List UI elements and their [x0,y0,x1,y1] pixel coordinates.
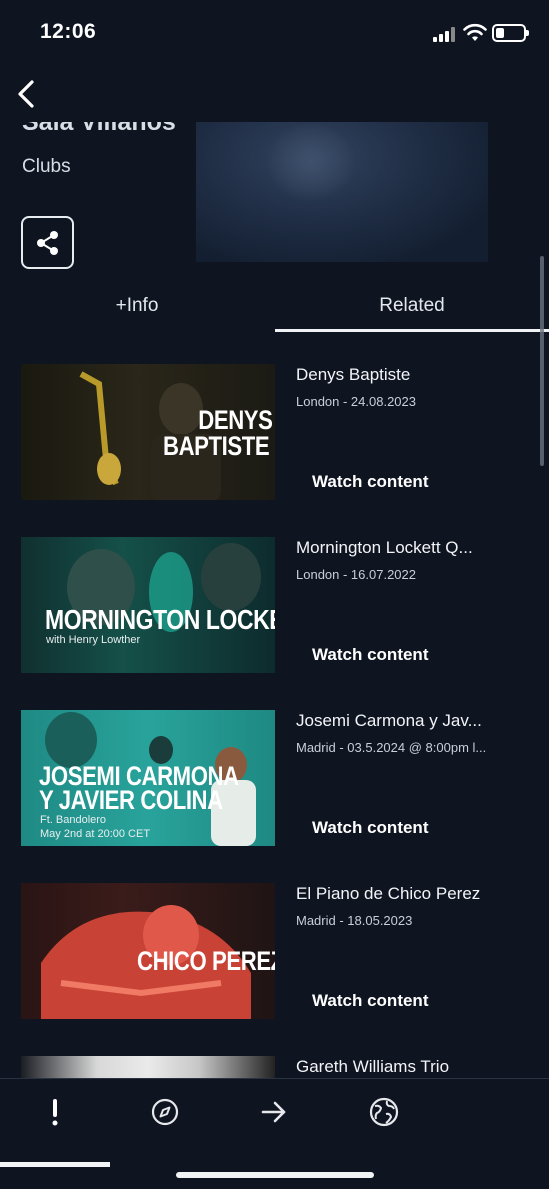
list-item[interactable]: MORNINGTON LOCKETT with Henry Lowther Mo… [0,537,549,677]
thumbnail-image[interactable]: JOSEMI CARMONA Y JAVIER COLINA Ft. Bando… [21,710,275,846]
list-item[interactable]: DENYS BAPTISTE Denys Baptiste London - 2… [0,364,549,504]
thumbnail-caption: CHICO PEREZ [137,946,275,976]
list-item[interactable]: CHICO PEREZ El Piano de Chico Perez Madr… [0,883,549,1023]
item-title: Gareth Williams Trio [296,1057,450,1076]
cellular-signal-icon [433,26,457,42]
related-list: DENYS BAPTISTE Denys Baptiste London - 2… [0,364,549,1078]
nav-active-indicator [0,1162,110,1167]
status-bar: 12:06 [0,0,549,66]
venue-hero-image [196,122,488,262]
share-icon [36,230,58,255]
item-title: El Piano de Chico Perez [296,884,481,903]
watch-content-button[interactable]: Watch content [296,810,460,846]
status-time: 12:06 [40,20,97,43]
item-meta: London - 24.08.2023 [296,394,416,409]
tab-related[interactable]: Related [275,282,549,332]
thumbnail-image[interactable]: CHICO PEREZ [21,883,275,1019]
list-item[interactable]: JOSEMI CARMONA Y JAVIER COLINA Ft. Bando… [0,710,549,850]
arrow-right-icon [261,1101,286,1123]
bottom-nav [0,1078,549,1189]
item-meta: London - 16.07.2022 [296,567,416,582]
watch-content-button[interactable]: Watch content [296,464,460,500]
watch-content-button[interactable]: Watch content [296,637,460,673]
nav-item-forward[interactable] [259,1097,289,1127]
list-item[interactable]: Gareth Williams Trio [0,1056,549,1078]
battery-icon [492,24,529,42]
tab-active-indicator [275,329,549,332]
thumbnail-caption: Y JAVIER COLINA [39,785,223,815]
share-button[interactable] [21,216,74,269]
thumbnail-subcaption: May 2nd at 20:00 CET [40,828,151,840]
thumbnail-image[interactable] [21,1056,275,1078]
thumbnail-image[interactable]: MORNINGTON LOCKETT with Henry Lowther [21,537,275,673]
thumbnail-caption: DENYS [198,405,273,435]
item-title: Josemi Carmona y Jav... [296,711,482,730]
item-meta: Madrid - 03.5.2024 @ 8:00pm l... [296,740,487,755]
nav-item-world[interactable] [369,1097,399,1127]
globe-icon [369,1097,399,1127]
item-meta: Madrid - 18.05.2023 [296,913,413,928]
nav-item-alerts[interactable] [40,1097,70,1127]
exclamation-icon [52,1099,58,1126]
wifi-icon [463,23,487,41]
home-indicator[interactable] [176,1172,374,1178]
nav-item-explore[interactable] [150,1097,180,1127]
venue-title: Sala Villanos [22,122,176,136]
tab-info[interactable]: +Info [0,282,274,332]
compass-icon [151,1098,179,1126]
item-title: Denys Baptiste [296,365,411,384]
thumbnail-caption: MORNINGTON LOCKETT [45,604,275,635]
thumbnail-subcaption: with Henry Lowther [46,634,141,646]
venue-category: Clubs [22,156,71,177]
watch-content-button[interactable]: Watch content [296,983,460,1019]
back-chevron-icon[interactable] [14,78,38,110]
thumbnail-subcaption: Ft. Bandolero [40,814,107,826]
thumbnail-image[interactable]: DENYS BAPTISTE [21,364,275,500]
thumbnail-caption: BAPTISTE [163,431,270,461]
tab-bar: +Info Related [0,282,549,334]
item-title: Mornington Lockett Q... [296,538,473,557]
venue-hero: Sala Villanos [0,122,549,262]
